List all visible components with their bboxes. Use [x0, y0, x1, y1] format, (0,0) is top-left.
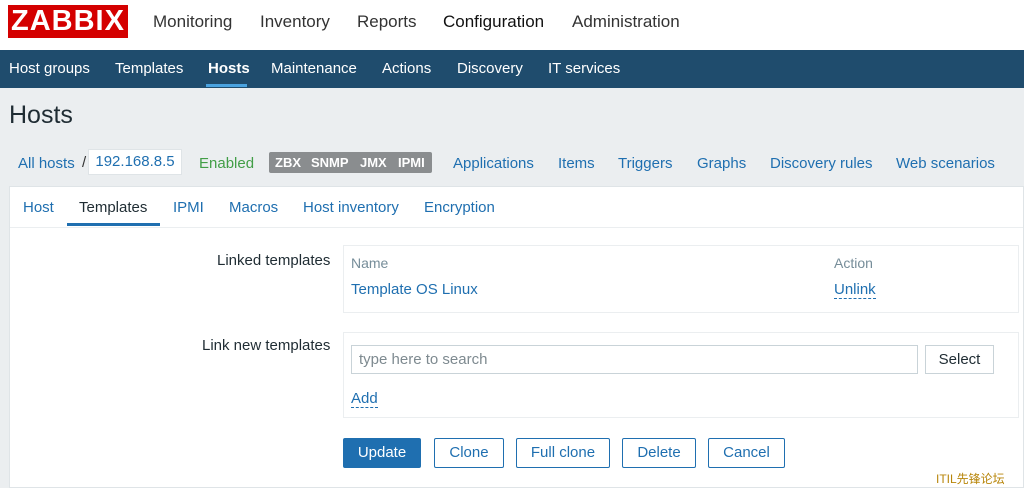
subnav-active-indicator — [206, 84, 247, 87]
template-search-input[interactable] — [351, 345, 918, 374]
main-nav-configuration[interactable]: Configuration — [443, 12, 544, 32]
sub-nav: Host groups Templates Hosts Maintenance … — [0, 50, 1024, 88]
subnav-hosts[interactable]: Hosts — [208, 60, 250, 77]
badge-ipmi: IPMI — [398, 155, 425, 170]
main-nav-reports[interactable]: Reports — [357, 12, 417, 32]
zabbix-logo[interactable]: ZABBIX — [8, 5, 128, 38]
discovery-rules-link[interactable]: Discovery rules — [770, 155, 873, 172]
web-scenarios-link[interactable]: Web scenarios — [896, 155, 995, 172]
host-form-panel: Host Templates IPMI Macros Host inventor… — [9, 186, 1024, 488]
cancel-button[interactable]: Cancel — [708, 438, 785, 468]
current-host-link[interactable]: 192.168.8.5 — [88, 149, 182, 175]
triggers-link[interactable]: Triggers — [618, 155, 672, 172]
full-clone-button[interactable]: Full clone — [516, 438, 610, 468]
badge-zbx: ZBX — [275, 155, 301, 170]
tab-active-indicator — [67, 223, 160, 226]
subnav-templates[interactable]: Templates — [115, 60, 183, 77]
add-template-link[interactable]: Add — [351, 390, 378, 408]
update-button[interactable]: Update — [343, 438, 421, 468]
template-name-link[interactable]: Template OS Linux — [351, 281, 478, 298]
tab-encryption[interactable]: Encryption — [424, 199, 495, 216]
breadcrumb-separator: / — [82, 154, 87, 171]
forum-watermark: ITIL先锋论坛 — [936, 472, 1005, 486]
subnav-maintenance[interactable]: Maintenance — [271, 60, 357, 77]
badge-jmx: JMX — [360, 155, 387, 170]
tab-host[interactable]: Host — [23, 199, 54, 216]
form-tabs: Host Templates IPMI Macros Host inventor… — [10, 187, 1023, 228]
all-hosts-link[interactable]: All hosts — [18, 155, 75, 172]
delete-button[interactable]: Delete — [622, 438, 696, 468]
main-nav-administration[interactable]: Administration — [572, 12, 680, 32]
link-new-templates-label: Link new templates — [202, 337, 331, 354]
subnav-actions[interactable]: Actions — [382, 60, 431, 77]
applications-link[interactable]: Applications — [453, 155, 534, 172]
linked-templates-label: Linked templates — [217, 252, 331, 269]
column-header-name: Name — [351, 255, 389, 271]
subnav-it-services[interactable]: IT services — [548, 60, 620, 77]
tab-macros[interactable]: Macros — [229, 199, 278, 216]
tab-ipmi[interactable]: IPMI — [173, 199, 204, 216]
tab-host-inventory[interactable]: Host inventory — [303, 199, 399, 216]
page-title: Hosts — [9, 101, 73, 129]
tab-templates[interactable]: Templates — [79, 199, 147, 216]
subnav-host-groups[interactable]: Host groups — [9, 60, 90, 77]
subnav-discovery[interactable]: Discovery — [457, 60, 523, 77]
main-nav-inventory[interactable]: Inventory — [260, 12, 330, 32]
main-nav-monitoring[interactable]: Monitoring — [153, 12, 232, 32]
clone-button[interactable]: Clone — [434, 438, 504, 468]
graphs-link[interactable]: Graphs — [697, 155, 746, 172]
column-header-action: Action — [834, 255, 873, 271]
linked-templates-table: Name Action Template OS Linux Unlink — [343, 245, 1019, 313]
items-link[interactable]: Items — [558, 155, 595, 172]
select-button[interactable]: Select — [925, 345, 994, 374]
top-bar: ZABBIX Monitoring Inventory Reports Conf… — [0, 0, 1024, 50]
link-new-templates-box: Select Add — [343, 332, 1019, 418]
unlink-link[interactable]: Unlink — [834, 281, 876, 299]
availability-badges: ZBX SNMP JMX IPMI — [269, 152, 432, 173]
badge-snmp: SNMP — [311, 155, 349, 170]
host-status-enabled[interactable]: Enabled — [199, 155, 254, 172]
host-breadcrumb-bar: All hosts / 192.168.8.5 Enabled ZBX SNMP… — [0, 148, 1024, 178]
